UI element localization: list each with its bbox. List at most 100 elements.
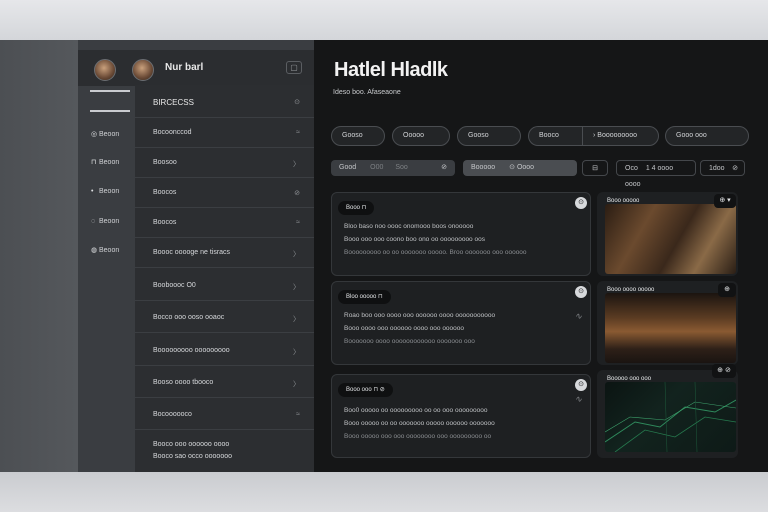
media-thumbnail[interactable] [605,293,736,363]
panel-item-label: Bocoonccod [153,129,192,136]
more-icon[interactable]: ⊙ [575,379,587,391]
panel-item[interactable]: Boooc ooooge ne tisracs 〉 [135,238,314,268]
rail-item-1[interactable]: ◎ Beoon [91,130,119,138]
filter-chip[interactable]: › Booooooooo [582,126,659,146]
media-card-label: Booooo ooo ooo [607,376,652,382]
rail-item-label: Beoon [99,247,120,254]
filter-field-extra: ⊙ Oooo [509,164,535,171]
left-rail [0,40,78,472]
user-name: Nur barl [165,62,204,73]
panel-item[interactable]: Booso oooo tbooco 〉 [135,368,314,398]
filter-toggle-button[interactable]: ⊟ [582,160,608,176]
panel-item-label: Booco sao occo ooooooo [153,453,233,460]
filter-chip[interactable]: Gooso [331,126,385,146]
count-filter[interactable]: 1doo ⊘ [700,160,745,176]
terrain-icon [605,382,736,452]
panel-item[interactable]: Booboooc O0 〉 [135,271,314,301]
avatar-secondary[interactable] [94,59,116,81]
grid-icon: ⊟ [592,165,598,172]
panel-item-label: Boooc ooooge ne tisracs [153,249,231,256]
filter-chip[interactable]: Gooo ooo [665,126,749,146]
panel-item[interactable]: Booco ooo oooooo oooo Booco sao occo oooo… [135,432,314,468]
chevron-right-icon: 〉 [293,251,300,258]
panel-item-label: Bocco ooo ooso ooaoc [153,314,225,321]
feed-card[interactable]: Bloo ooooo ⊓ ⊙ Roao boo ooo oooo ooo ooo… [331,281,591,365]
wave-icon: ≈ [296,129,300,136]
more-icon[interactable]: ⊙ [575,286,587,298]
circle-icon: ◌ [91,218,96,225]
media-options-button[interactable]: ⊕ ⊘ [712,364,736,378]
rail-item-label: Beoon [99,159,120,166]
panel-item-label: Booco ooo oooooo oooo [153,441,230,448]
more-icon[interactable]: ⊙ [575,197,587,209]
date-filter-label: Oco [625,165,638,172]
rail-item-2[interactable]: ⊓ Beoon [91,158,119,166]
chevron-right-icon: 〉 [293,349,300,356]
panel-item[interactable]: Bocoooooco ≈ [135,400,314,430]
panel-header-label: BIRCECSS [153,98,194,107]
filter-field[interactable]: Good O00 Soo ⊘ [331,160,455,176]
count-filter-label: 1doo [709,165,725,172]
settings-icon[interactable]: ⊙ [294,98,300,106]
feed-card-line: Booooooo oooo oooooooooooo ooooooo ooo [344,338,475,345]
media-card[interactable]: Booooo ooo ooo ⊕ ⊘ [597,364,738,458]
feed-card[interactable]: Booo ⊓ ⊙ Bloo baso noo oooc onomooo boos… [331,192,591,276]
signature-icon: ∿ [574,311,582,321]
panel-item[interactable]: Boocos ≈ [135,208,314,238]
chevron-right-icon: 〉 [293,381,300,388]
filter-chip[interactable]: Booco [528,126,582,146]
collapse-sidebar-button[interactable]: ▢ [286,61,302,74]
rail-item-3[interactable]: • Beoon [91,188,119,195]
panel-item[interactable]: Boosoo 〉 [135,148,314,178]
rail-item-label: Beoon [99,188,120,195]
feed-card[interactable]: Booo ooo ⊓ ⊘ ⊙ Boo0 ooooo oo ooooooooo o… [331,374,591,458]
dot-icon: • [91,188,94,195]
panel-item-label: Booooooooo ooooooooo [153,347,230,354]
feed-card-tag[interactable]: Booo ⊓ [338,201,375,215]
feed-card-tag[interactable]: Bloo ooooo ⊓ [338,290,391,304]
date-filter[interactable]: Oco 1 4 oooo oooo [616,160,696,188]
media-card-label: Booo oooo ooooo [607,287,655,293]
rail-item-label: Beoon [99,218,120,225]
filter-chip[interactable]: Ooooo [392,126,450,146]
filter-chip[interactable]: Gooso [457,126,521,146]
slash-icon: ⊘ [294,190,300,197]
filter-field-extra: O00 [370,164,384,171]
filter-field[interactable]: Booooo ⊙ Oooo [463,160,577,176]
filter-field-tail: Soo [395,164,408,171]
panel-item[interactable]: Bocoonccod ≈ [135,118,314,148]
filter-field-label: Good [339,164,357,171]
media-card[interactable]: Booo oooo ooooo ⊕ [597,281,738,365]
media-thumbnail[interactable] [605,382,736,452]
filter-field-label: Booooo [471,164,496,171]
clear-icon[interactable]: ⊘ [441,160,447,176]
media-options-button[interactable]: ⊕ ▾ [714,194,736,208]
media-options-button[interactable]: ⊕ [718,283,736,297]
media-thumbnail[interactable] [605,204,736,274]
panel-item[interactable]: Boocos ⊘ [135,178,314,208]
feed-card-line: Roao boo ooo oooo ooo oooooo oooo oooooo… [344,312,496,319]
page-subtitle: Ideso boo. Afaseaone [333,89,401,96]
chevron-right-icon: 〉 [293,284,300,291]
panel-item[interactable]: Booooooooo ooooooooo 〉 [135,336,314,366]
rail-item-4[interactable]: ◌ Beoon [91,218,119,225]
avatar[interactable] [132,59,154,81]
chevron-right-icon: 〉 [293,316,300,323]
wave-icon: ≈ [296,411,300,418]
panel-item-label: Booso oooo tbooco [153,379,214,386]
panel-item-label: Boosoo [153,159,177,166]
panel-item-label: Boocos [153,219,177,226]
panel-header[interactable]: BIRCECSS ⊙ [135,88,314,118]
feed-card-line: Booooooooo oo oo ooooooo ooooo. Broo ooo… [344,249,527,256]
media-card-label: Booo ooooo [607,198,640,204]
feed-card-tag[interactable]: Booo ooo ⊓ ⊘ [338,383,393,397]
media-card[interactable]: Booo ooooo ⊕ ▾ [597,192,738,276]
panel-item-label: Booboooc O0 [153,282,196,289]
rail-divider [90,90,130,92]
feed-card-line: Bloo baso noo oooc onomooo boos onooooo [344,223,474,230]
filter-chip-label: Booooooooo [597,132,637,139]
panel-item[interactable]: Bocco ooo ooso ooaoc 〉 [135,303,314,333]
clear-icon[interactable]: ⊘ [732,161,738,177]
page-title: Hatlel Hladlk [334,59,448,81]
rail-item-5[interactable]: ◍ Beoon [91,246,119,254]
